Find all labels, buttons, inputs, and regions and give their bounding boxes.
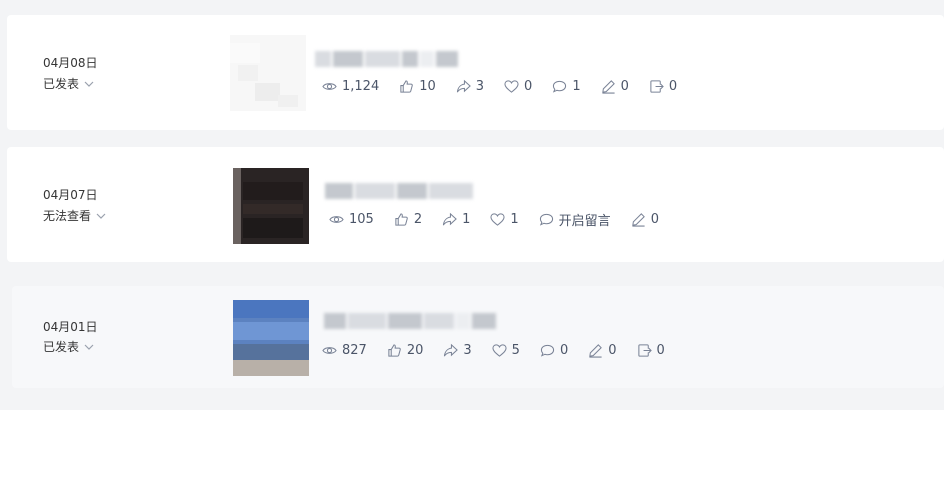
heart-icon <box>490 213 505 226</box>
favs-count: 1 <box>510 212 519 227</box>
article-title-redacted[interactable] <box>325 180 473 202</box>
heart-icon <box>492 344 507 357</box>
article-card[interactable]: 04月01日 已发表 827 20 3 5 0 0 0 <box>12 286 944 388</box>
status-label: 无法查看 <box>43 209 92 223</box>
likes-count: 2 <box>413 212 423 227</box>
likes-count: 10 <box>419 79 436 94</box>
views-stat: 827 <box>322 343 367 358</box>
export-icon <box>637 344 652 357</box>
share-icon <box>444 343 459 357</box>
notes-stat: 0 <box>601 79 629 94</box>
eye-icon <box>322 83 337 90</box>
exports-stat: 0 <box>649 79 677 94</box>
shares-stat: 3 <box>443 343 472 358</box>
eye-icon <box>329 216 344 223</box>
chevron-down-icon <box>84 81 94 87</box>
favs-stat: 1 <box>490 212 519 227</box>
favs-count: 0 <box>524 79 533 94</box>
article-date: 04月01日 <box>43 320 98 334</box>
article-card[interactable]: 04月07日 无法查看 105 2 1 1 开启留言 0 <box>7 147 944 262</box>
pen-icon <box>631 213 645 227</box>
heart-icon <box>504 80 519 93</box>
pen-icon <box>589 344 603 358</box>
article-thumbnail[interactable] <box>233 168 309 244</box>
thumbs-up-icon <box>400 80 414 93</box>
share-icon <box>443 212 457 226</box>
shares-count: 3 <box>475 79 485 94</box>
notes-count: 0 <box>608 343 617 358</box>
article-card[interactable]: 04月08日 已发表 1,124 10 3 0 1 0 0 <box>7 15 944 130</box>
views-count: 1,124 <box>342 79 380 94</box>
thumbs-up-icon <box>395 213 408 226</box>
shares-stat: 3 <box>456 79 484 94</box>
enable-comments-label: 开启留言 <box>558 214 611 229</box>
likes-stat: 20 <box>387 343 424 358</box>
favs-stat: 0 <box>504 79 532 94</box>
export-icon <box>650 80 664 93</box>
article-thumbnail[interactable] <box>233 300 309 376</box>
article-list: 04月08日 已发表 1,124 10 3 0 1 0 0 04月07日 无法查… <box>0 0 944 410</box>
article-title-redacted[interactable] <box>315 48 458 70</box>
exports-count: 0 <box>668 79 678 94</box>
status-label: 已发表 <box>43 340 80 354</box>
comments-count: 1 <box>572 79 581 94</box>
comments-count: 0 <box>559 343 569 358</box>
notes-count: 0 <box>620 79 629 94</box>
status-dropdown[interactable]: 已发表 <box>43 338 95 355</box>
thumbs-up-icon <box>388 344 401 357</box>
likes-count: 20 <box>406 343 424 358</box>
notes-stat: 0 <box>588 343 617 358</box>
notes-count: 0 <box>650 212 659 227</box>
article-date: 04月07日 <box>43 188 98 202</box>
comment-icon <box>553 80 567 93</box>
views-stat: 105 <box>329 212 374 227</box>
article-thumbnail[interactable] <box>230 35 306 111</box>
shares-count: 3 <box>463 343 472 358</box>
pen-icon <box>601 80 615 94</box>
notes-stat: 0 <box>631 212 659 227</box>
chevron-down-icon <box>96 213 106 219</box>
favs-count: 5 <box>511 343 520 358</box>
comment-icon <box>539 213 553 226</box>
share-icon <box>456 79 471 93</box>
likes-stat: 10 <box>399 79 436 94</box>
comment-icon <box>540 344 555 357</box>
exports-count: 0 <box>656 343 665 358</box>
status-dropdown[interactable]: 已发表 <box>43 75 95 92</box>
shares-count: 1 <box>462 212 471 227</box>
eye-icon <box>322 347 337 354</box>
article-stats: 1,124 10 3 0 1 0 0 <box>322 79 697 94</box>
status-label: 已发表 <box>43 77 80 91</box>
likes-stat: 2 <box>394 212 422 227</box>
views-stat: 1,124 <box>322 79 379 94</box>
enable-comments-link[interactable]: 开启留言 <box>539 210 611 229</box>
article-date: 04月08日 <box>43 56 98 70</box>
article-title-redacted[interactable] <box>324 310 496 332</box>
comments-stat: 1 <box>552 79 581 94</box>
favs-stat: 5 <box>492 343 520 358</box>
exports-stat: 0 <box>637 343 665 358</box>
views-count: 105 <box>349 212 374 227</box>
chevron-down-icon <box>84 344 94 350</box>
comments-stat: 0 <box>540 343 568 358</box>
article-stats: 827 20 3 5 0 0 0 <box>322 343 685 358</box>
status-dropdown[interactable]: 无法查看 <box>43 207 107 224</box>
views-count: 827 <box>342 343 367 358</box>
article-stats: 105 2 1 1 开启留言 0 <box>329 210 679 229</box>
shares-stat: 1 <box>442 212 470 227</box>
